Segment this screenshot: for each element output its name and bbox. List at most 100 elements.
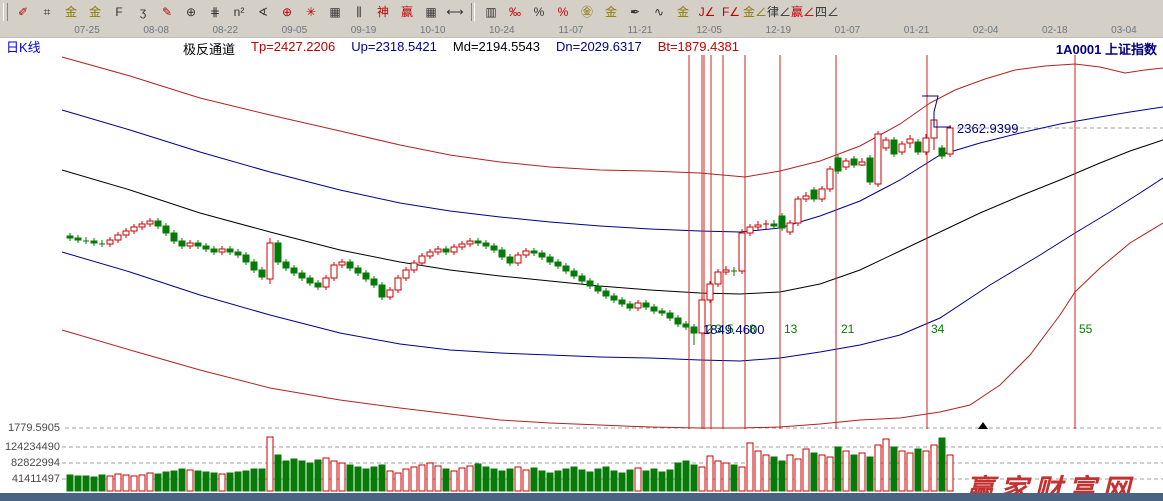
- candle-body: [827, 169, 833, 189]
- candle-body: [483, 243, 489, 246]
- volume-bar: [187, 470, 193, 491]
- volume-bar: [355, 467, 361, 491]
- fib-count-label: 13: [784, 322, 798, 336]
- candle-body: [315, 283, 321, 287]
- volume-bar: [507, 469, 513, 491]
- candle-body: [467, 241, 473, 244]
- volume-bar: [747, 443, 753, 491]
- volume-bar: [659, 472, 665, 491]
- candle-body: [523, 251, 529, 255]
- volume-bar: [571, 467, 577, 491]
- volume-bar: [275, 455, 281, 491]
- volume-bar: [91, 477, 97, 491]
- volume-bar: [843, 451, 849, 491]
- candle-body: [291, 268, 297, 273]
- candle-body: [75, 238, 81, 240]
- bottom-scrollbar[interactable]: [0, 493, 1163, 501]
- stock-chart-app: ✐⌗金金Fʒ✎⊕⋕n²∢⊕✳▦⫼神赢▦⟷▥‰%%㊎金✒∿金J∠F∠金∠律∠赢∠四…: [0, 0, 1163, 501]
- volume-bar: [819, 455, 825, 491]
- volume-bar: [683, 461, 689, 491]
- candle-body: [683, 324, 689, 327]
- candle-body: [563, 266, 569, 271]
- candle-body: [875, 134, 881, 184]
- candle-body: [843, 161, 849, 167]
- candle-body: [619, 300, 625, 304]
- candle-body: [555, 262, 561, 266]
- candle-body: [499, 250, 505, 257]
- candle-body: [323, 278, 329, 287]
- price-axis-min: 1779.5905: [0, 422, 60, 434]
- candle-body: [123, 231, 129, 235]
- candle-body: [691, 327, 697, 333]
- volume-bar: [323, 458, 329, 491]
- candle-body: [571, 271, 577, 276]
- volume-bar: [459, 468, 465, 491]
- volume-bar: [379, 465, 385, 491]
- volume-bar: [731, 465, 737, 491]
- candle-body: [611, 296, 617, 300]
- candle-body: [451, 247, 457, 252]
- volume-bar: [299, 461, 305, 491]
- volume-bar: [779, 461, 785, 491]
- candle-body: [803, 196, 809, 199]
- volume-bar: [723, 463, 729, 491]
- volume-bar: [595, 469, 601, 491]
- candle-body: [515, 255, 521, 263]
- volume-bar: [715, 461, 721, 491]
- volume-bar: [523, 470, 529, 491]
- candle-body: [739, 233, 745, 271]
- volume-bar: [291, 459, 297, 491]
- volume-bar: [123, 475, 129, 491]
- volume-bar: [75, 476, 81, 491]
- candle-body: [947, 128, 953, 154]
- candle-body: [299, 273, 305, 278]
- volume-bar: [931, 445, 937, 491]
- volume-bar: [859, 453, 865, 491]
- volume-bar: [99, 475, 105, 491]
- candle-body: [307, 278, 313, 283]
- candle-body: [347, 262, 353, 268]
- volume-bar: [243, 471, 249, 491]
- candle-body: [531, 251, 537, 253]
- candle-body: [539, 253, 545, 257]
- candle-body: [155, 221, 161, 226]
- volume-bar: [107, 476, 113, 491]
- candle-body: [91, 241, 97, 243]
- volume-bar: [907, 453, 913, 491]
- volume-bar: [667, 470, 673, 491]
- candle-body: [147, 221, 153, 224]
- volume-bar: [795, 459, 801, 491]
- candle-body: [387, 290, 393, 297]
- candle-body: [363, 273, 369, 279]
- volume-bar: [867, 457, 873, 491]
- candle-body: [507, 257, 513, 263]
- volume-bar: [675, 463, 681, 491]
- candle-body: [899, 144, 905, 152]
- volume-bar: [707, 456, 713, 491]
- candle-body: [371, 279, 377, 285]
- volume-bar: [851, 455, 857, 491]
- candle-body: [107, 240, 113, 244]
- volume-bar: [227, 473, 233, 491]
- candle-body: [627, 304, 633, 308]
- candle-body: [811, 190, 817, 199]
- candle-body: [427, 252, 433, 256]
- volume-bar: [83, 476, 89, 491]
- volume-bar: [155, 474, 161, 491]
- candle-body: [395, 278, 401, 290]
- volume-bar: [627, 470, 633, 491]
- candle-body: [491, 246, 497, 250]
- volume-bar: [419, 465, 425, 491]
- volume-bar: [307, 463, 313, 491]
- volume-bar: [875, 445, 881, 491]
- volume-bar: [427, 463, 433, 491]
- volume-bar: [491, 469, 497, 491]
- volume-bar: [203, 472, 209, 491]
- volume-bar: [755, 451, 761, 491]
- candle-body: [859, 162, 865, 165]
- candle-body: [707, 284, 713, 300]
- candle-body: [675, 318, 681, 324]
- candle-body: [547, 257, 553, 262]
- volume-bar: [835, 447, 841, 491]
- volume-bar: [467, 466, 473, 491]
